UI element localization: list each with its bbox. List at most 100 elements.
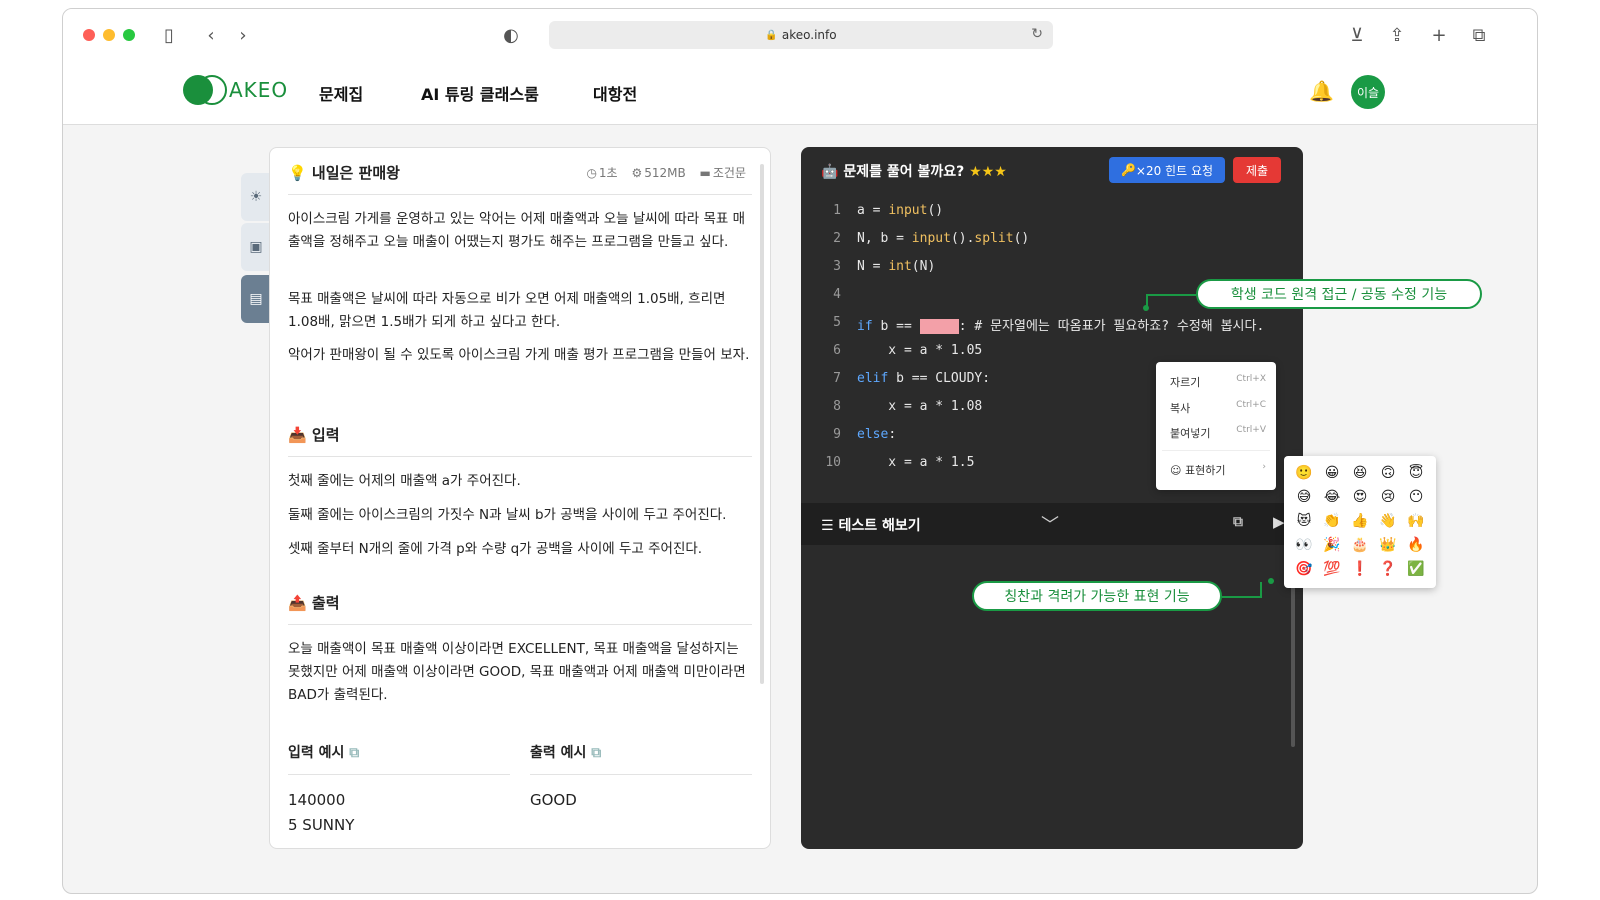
menu-item-label: 복사 [1170,402,1191,415]
copy-icon[interactable]: ⧉ [1233,514,1243,530]
emoji-option[interactable]: 😇 [1404,462,1428,484]
forward-icon[interactable]: › [231,23,255,47]
context-menu-item[interactable]: 붙여넣기 Ctrl+V [1170,425,1266,441]
output-description: 오늘 매출액이 목표 매출액 이상이라면 EXCELLENT, 목표 매출액을 … [288,641,746,703]
emoji-option[interactable]: 😅 [1292,486,1316,508]
input-section-title: 📥 입력 [288,426,340,444]
emoji-option[interactable]: ✅ [1404,558,1428,580]
share-icon[interactable]: ⇪ [1385,23,1409,47]
emoji-option[interactable]: 👍 [1348,510,1372,532]
scrollbar[interactable] [760,164,764,684]
play-icon[interactable]: ▶ [1273,513,1285,531]
emoji-option[interactable]: 🎉 [1320,534,1344,556]
emoji-option[interactable]: 💯 [1320,558,1344,580]
emoji-option[interactable]: 😂 [1320,486,1344,508]
emoji-option[interactable]: 😢 [1376,486,1400,508]
line-number: 2 [833,231,841,246]
example-output-values: GOOD [530,791,577,809]
output-section-title: 📤 출력 [288,594,340,612]
emoji-option[interactable]: 😍 [1348,486,1372,508]
menu-item-label: 자르기 [1170,376,1201,389]
bell-icon[interactable]: 🔔 [1309,79,1334,103]
logo-text: AKEO [229,78,289,102]
close-window-button[interactable] [83,29,95,41]
code-token: split [974,231,1014,246]
back-icon[interactable]: ‹ [199,23,223,47]
emoji-option[interactable]: 🙌 [1404,510,1428,532]
line-number: 4 [833,287,841,302]
scrollbar[interactable] [1291,567,1295,747]
minimize-window-button[interactable] [103,29,115,41]
code-token: : # 문자열에는 따옴표가 필요하죠? 수정해 봅시다. [958,319,1265,334]
emoji-option[interactable]: ❓ [1376,558,1400,580]
highlighted-token: RAINY [919,319,959,334]
maximize-window-button[interactable] [123,29,135,41]
example-input-values: 140000 5 SUNNY [288,791,355,834]
emoji-option[interactable]: 👋 [1376,510,1400,532]
input-line: 셋째 줄부터 N개의 줄에 가격 p와 수량 q가 공백을 사이에 두고 주어진… [288,541,703,557]
context-menu-item[interactable]: 자르기 Ctrl+X [1170,374,1266,390]
emoji-option[interactable]: 🙃 [1376,462,1400,484]
difficulty-stars: ★★★ [969,164,1007,180]
hint-request-button[interactable]: 🔑 ×20 힌트 요청 [1109,157,1225,183]
example-output-title: 출력 예시 ⧉ [530,745,602,761]
context-menu-item[interactable]: ☺ 표현하기 › [1170,462,1266,478]
avatar[interactable]: 이슬 [1351,75,1385,109]
menu-separator [1162,450,1270,451]
emoji-option[interactable]: 👀 [1292,534,1316,556]
list-icon: ☰ [821,518,834,534]
code-token: (N) [911,259,936,274]
emoji-option[interactable]: 😶 [1404,486,1428,508]
document-icon: ▤ [249,291,263,307]
emoji-option[interactable]: 😀 [1320,462,1344,484]
sidebar-toggle-icon[interactable]: ▯ [157,23,181,47]
side-tab-board[interactable]: ▣ [241,223,271,271]
browser-window: ▯ ‹ › ◐ 🔒 akeo.info ↻ ⊻ ⇪ + ⧉ AKEO 문제집 A… [62,8,1538,894]
test-toggle[interactable]: ☰ 테스트 해보기 [821,515,921,535]
emoji-option[interactable]: 👑 [1376,534,1400,556]
context-menu-item[interactable]: 복사 Ctrl+C [1170,400,1266,416]
address-bar[interactable]: 🔒 akeo.info ↻ [549,21,1053,49]
emoji-option[interactable]: 🎯 [1292,558,1316,580]
nav-competition[interactable]: 대항전 [593,81,637,105]
line-number: 7 [833,371,841,386]
akeo-logo[interactable]: AKEO [183,75,288,105]
reload-icon[interactable]: ↻ [1031,26,1043,42]
menu-item-shortcut: Ctrl+C [1236,400,1266,410]
clock-icon: ◷ [586,166,597,180]
code-text: N = int(N) [857,259,935,274]
side-tab-hint[interactable]: ☀ [241,173,271,221]
emoji-option[interactable]: 👏 [1320,510,1344,532]
tabs-overview-icon[interactable]: ⧉ [1467,23,1491,47]
problem-title: 💡 내일은 판매왕 [288,164,400,182]
emoji-option[interactable]: 🎂 [1348,534,1372,556]
description-paragraph: 목표 매출액은 날씨에 따라 자동으로 비가 오면 어제 매출액의 1.05배,… [288,291,726,330]
code-token: N = [857,259,889,274]
line-number: 9 [833,427,841,442]
shield-icon[interactable]: ◐ [499,23,523,47]
copy-icon[interactable]: ⧉ [349,745,359,761]
emoji-option[interactable]: 😻 [1292,510,1316,532]
chevron-down-icon[interactable]: ﹀ [1041,511,1059,537]
submit-button[interactable]: 제출 [1233,157,1281,183]
editor-title: 🤖 문제를 풀어 볼까요? ★★★ [821,164,1007,180]
side-tab-problem[interactable]: ▤ [241,275,271,323]
download-icon[interactable]: ⊻ [1345,23,1369,47]
example-input-title: 입력 예시 ⧉ [288,745,360,761]
code-token: x = a * 1.08 [857,399,983,414]
line-number: 10 [825,455,841,470]
code-token: input [911,231,951,246]
emoji-option[interactable]: ❗ [1348,558,1372,580]
nav-problem-set[interactable]: 문제집 [319,81,363,105]
code-token: elif [857,371,889,386]
new-tab-icon[interactable]: + [1427,23,1451,47]
emoji-option[interactable]: 😆 [1348,462,1372,484]
code-text: x = a * 1.5 [857,455,974,470]
emoji-option[interactable]: 🙂 [1292,462,1316,484]
copy-icon[interactable]: ⧉ [591,745,601,761]
line-number: 5 [833,315,841,330]
browser-toolbar: ▯ ‹ › ◐ 🔒 akeo.info ↻ ⊻ ⇪ + ⧉ [63,9,1537,61]
nav-ai-classroom[interactable]: AI 튜링 클래스룸 [421,81,539,105]
emoji-option[interactable]: 🔥 [1404,534,1428,556]
description-paragraph: 악어가 판매왕이 될 수 있도록 아이스크림 가게 매출 평가 프로그램을 만들… [288,347,750,363]
